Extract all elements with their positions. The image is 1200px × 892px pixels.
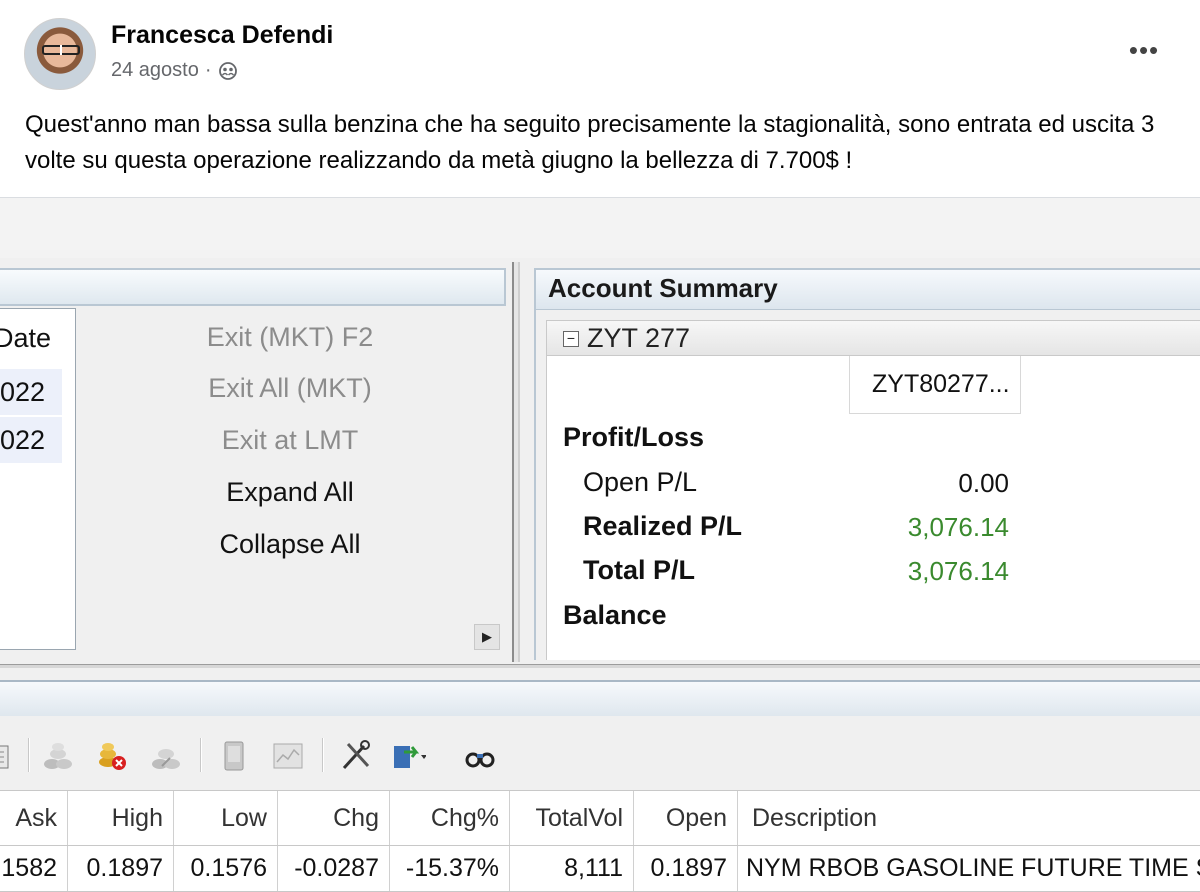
add-contracts-icon[interactable] (38, 736, 78, 776)
scroll-right-arrow-icon[interactable]: ▶ (474, 624, 500, 650)
cell-description: NYM RBOB GASOLINE FUTURE TIME SP (746, 854, 1200, 882)
horizontal-splitter[interactable] (0, 664, 1200, 668)
find-icon[interactable] (460, 736, 500, 776)
cell-low: 0.1576 (174, 846, 278, 891)
cell-ask: .1582 (0, 846, 68, 891)
friends-icon[interactable] (218, 61, 238, 81)
toolbar-separator (28, 738, 30, 772)
profit-loss-section-label: Profit/Loss (563, 422, 705, 452)
chart-icon[interactable] (268, 736, 308, 776)
cell-chg-pct: -15.37% (390, 846, 510, 891)
menu-item-expand-all[interactable]: Expand All (80, 477, 500, 508)
total-pl-value: 3,076.14 (907, 556, 1009, 586)
menu-item-exit-mkt[interactable]: Exit (MKT) F2 (80, 322, 500, 353)
column-header-high[interactable]: High (68, 791, 174, 845)
positions-titlebar (0, 268, 506, 306)
column-header-chg[interactable]: Chg (278, 791, 390, 845)
post-header: Francesca Defendi 24 agosto · ••• Quest'… (0, 0, 1200, 198)
post-meta: 24 agosto · (111, 59, 238, 82)
realized-pl-value: 3,076.14 (907, 512, 1009, 542)
more-icon: ••• (1128, 35, 1160, 65)
menu-item-collapse-all[interactable]: Collapse All (80, 529, 500, 560)
quotes-titlebar (0, 680, 1200, 716)
open-pl-label: Open P/L (583, 467, 698, 497)
account-column-label: ZYT80277... (872, 370, 1010, 398)
column-header-totalvol[interactable]: TotalVol (510, 791, 634, 845)
trading-platform-screenshot: Date 022 022 Exit (MKT) F2 Exit All (MKT… (0, 198, 1200, 892)
cell-totalvol: 8,111 (510, 846, 634, 891)
cell-high: 0.1897 (68, 846, 174, 891)
account-summary-panel: Account Summary − ZYT 277 ZYT80277... Pr… (534, 268, 1200, 660)
positions-panel: Date 022 022 Exit (MKT) F2 Exit All (MKT… (0, 268, 510, 660)
positions-table: Date 022 022 (0, 308, 76, 650)
table-row[interactable]: 022 (0, 369, 62, 415)
column-header-low[interactable]: Low (174, 791, 278, 845)
menu-item-exit-at-lmt[interactable]: Exit at LMT (80, 425, 500, 456)
stack-icon[interactable] (0, 736, 22, 776)
export-icon[interactable] (388, 736, 428, 776)
date-column-header[interactable]: Date (0, 323, 51, 354)
account-summary-titlebar: Account Summary (536, 268, 1200, 310)
open-pl-value: 0.00 (958, 468, 1009, 498)
column-header-open[interactable]: Open (634, 791, 738, 845)
cancel-contracts-icon[interactable] (92, 736, 132, 776)
table-row[interactable]: 022 (0, 417, 62, 463)
total-pl-label: Total P/L (583, 555, 695, 585)
avatar[interactable] (24, 18, 96, 90)
remove-contracts-icon[interactable] (146, 736, 186, 776)
column-header-chg-pct[interactable]: Chg% (390, 791, 510, 845)
collapse-toggle-icon[interactable]: − (563, 331, 579, 347)
more-options-button[interactable]: ••• (1124, 30, 1164, 70)
toolbar-separator (200, 738, 202, 772)
quotes-toolbar (0, 728, 1200, 780)
account-id-label: ZYT 277 (587, 323, 691, 353)
panel-splitter[interactable] (512, 262, 520, 662)
account-group-header[interactable]: − ZYT 277 (546, 320, 1200, 356)
table-row[interactable]: .1582 0.1897 0.1576 -0.0287 -15.37% 8,11… (0, 846, 1200, 892)
account-summary-title: Account Summary (548, 273, 778, 303)
phone-icon[interactable] (214, 736, 254, 776)
account-column-header[interactable]: ZYT80277... (849, 356, 1021, 414)
column-header-ask[interactable]: Ask (0, 791, 68, 845)
platform-top-area (0, 198, 1200, 258)
post-date[interactable]: 24 agosto (111, 59, 199, 82)
meta-separator: · (204, 59, 212, 81)
author-name[interactable]: Francesca Defendi (111, 21, 333, 50)
balance-section-label: Balance (563, 600, 667, 630)
cell-open: 0.1897 (634, 846, 738, 891)
quotes-grid-header: Ask High Low Chg Chg% TotalVol Open Desc… (0, 790, 1200, 846)
column-header-description[interactable]: Description (738, 791, 1200, 845)
cell-chg: -0.0287 (278, 846, 390, 891)
post-text: Quest'anno man bassa sulla benzina che h… (25, 111, 1155, 174)
menu-item-exit-all-mkt[interactable]: Exit All (MKT) (80, 373, 500, 404)
realized-pl-label: Realized P/L (583, 511, 743, 541)
tools-icon[interactable] (336, 736, 376, 776)
account-summary-grid: ZYT80277... Profit/Loss Open P/L 0.00 Re… (546, 356, 1200, 660)
toolbar-separator (322, 738, 324, 772)
